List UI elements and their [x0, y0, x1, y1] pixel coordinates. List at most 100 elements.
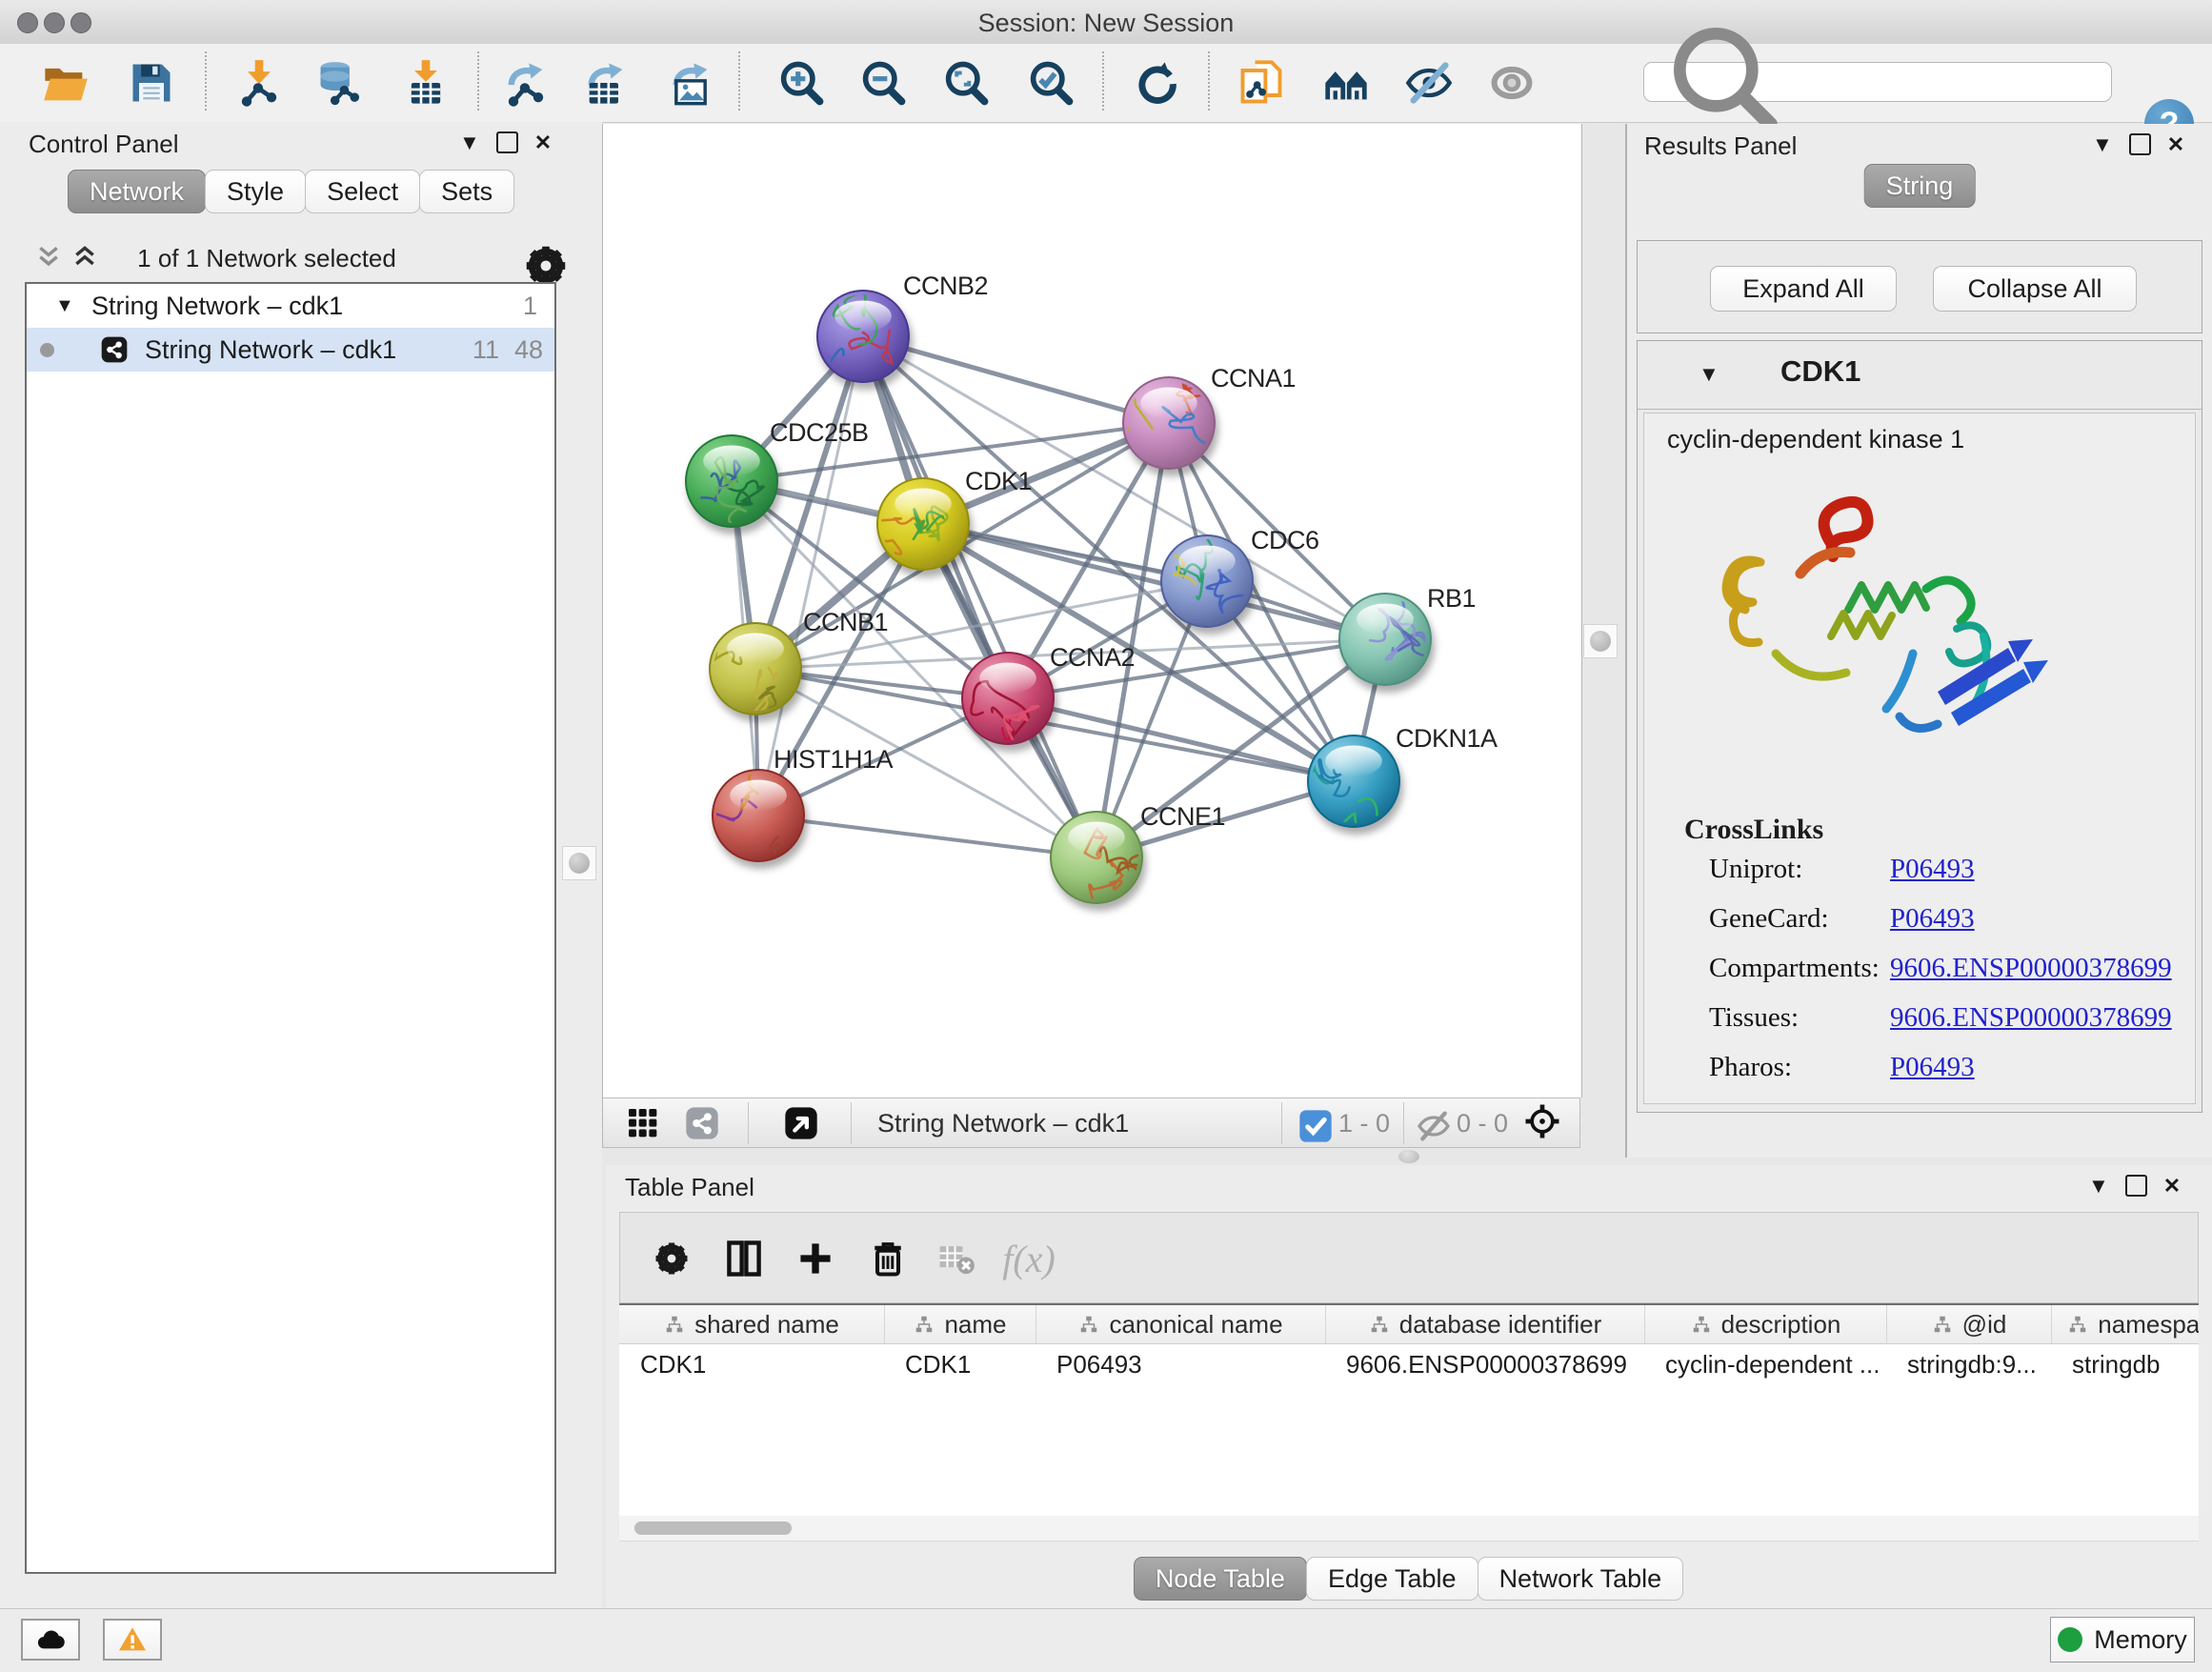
- toolbar-separator: [738, 51, 740, 111]
- tab-style[interactable]: Style: [205, 170, 306, 213]
- column-header-description[interactable]: description: [1644, 1305, 1886, 1343]
- export-network-button[interactable]: [499, 56, 553, 110]
- grid-view-icon[interactable]: [624, 1104, 662, 1142]
- column-header-shared-name[interactable]: shared name: [619, 1305, 884, 1343]
- search-input[interactable]: [1800, 68, 2111, 97]
- tree-expander-icon[interactable]: ▼: [55, 295, 74, 317]
- save-session-button[interactable]: [125, 56, 178, 110]
- window-title: Session: New Session: [0, 9, 2212, 38]
- crosslink-link[interactable]: 9606.ENSP00000378699: [1890, 1002, 2172, 1034]
- node-table: shared name name canonical name database id…: [619, 1303, 2199, 1519]
- show-columns-icon[interactable]: [721, 1236, 767, 1281]
- memory-button[interactable]: Memory: [2050, 1617, 2195, 1662]
- network-view-canvas[interactable]: CCNB2CCNA1CDC25BCDK1CDC6RB1CCNB1CCNA2CDK…: [602, 124, 1582, 1098]
- node-label-RB1: RB1: [1427, 584, 1476, 613]
- import-network-database-button[interactable]: [312, 56, 366, 110]
- column-header-namespace[interactable]: namespace: [2051, 1305, 2199, 1343]
- panel-float-icon[interactable]: [2125, 1175, 2147, 1197]
- tab-edge-table[interactable]: Edge Table: [1306, 1557, 1478, 1601]
- panel-close-icon[interactable]: ✕: [534, 132, 552, 153]
- column-header-database-identifier[interactable]: database identifier: [1325, 1305, 1644, 1343]
- import-table-button[interactable]: [399, 56, 452, 110]
- panel-collapse-handle[interactable]: [1583, 624, 1618, 658]
- splitter-handle[interactable]: [1398, 1150, 1419, 1163]
- string-network-graph[interactable]: CCNB2CCNA1CDC25BCDK1CDC6RB1CCNB1CCNA2CDK…: [603, 124, 1579, 1098]
- delete-column-trash-icon[interactable]: [865, 1236, 911, 1281]
- table-cell[interactable]: CDK1: [619, 1350, 884, 1380]
- panel-float-icon[interactable]: [2129, 133, 2151, 155]
- gene-description: cyclin-dependent kinase 1: [1667, 425, 1964, 454]
- tab-select[interactable]: Select: [305, 170, 420, 213]
- network-row-selected[interactable]: String Network – cdk1 11 48: [27, 328, 554, 372]
- warnings-button[interactable]: [103, 1619, 162, 1661]
- search-field[interactable]: [1643, 62, 2112, 102]
- panel-collapse-handle[interactable]: [562, 846, 596, 880]
- zoom-fit-button[interactable]: [939, 56, 993, 110]
- tab-network-table[interactable]: Network Table: [1478, 1557, 1684, 1601]
- table-cell[interactable]: P06493: [1036, 1350, 1325, 1380]
- table-cell[interactable]: stringdb:9...: [1886, 1350, 2051, 1380]
- crosslink-link[interactable]: P06493: [1890, 1052, 1975, 1083]
- table-settings-gear-icon[interactable]: [649, 1236, 694, 1281]
- cloud-status-button[interactable]: [21, 1619, 80, 1661]
- column-label: name: [944, 1310, 1006, 1340]
- panel-menu-caret-icon[interactable]: ▼: [2092, 134, 2113, 155]
- collapse-caret-icon[interactable]: ▼: [1699, 362, 1719, 387]
- panel-menu-caret-icon[interactable]: ▼: [459, 132, 480, 153]
- column-label: canonical name: [1109, 1310, 1282, 1340]
- column-header-canonical-name[interactable]: canonical name: [1036, 1305, 1325, 1343]
- toolbar-separator: [1102, 51, 1104, 111]
- table-cell[interactable]: cyclin-dependent ...: [1644, 1350, 1886, 1380]
- expand-all-button[interactable]: Expand All: [1710, 266, 1897, 312]
- panel-menu-caret-icon[interactable]: ▼: [2088, 1176, 2109, 1197]
- refresh-icon: [1132, 58, 1181, 108]
- import-network-file-button[interactable]: [232, 56, 286, 110]
- zoom-selected-button[interactable]: [1024, 56, 1077, 110]
- share-view-icon[interactable]: [683, 1104, 721, 1142]
- gene-header-row[interactable]: ▼ CDK1: [1638, 341, 2202, 410]
- column-header-name[interactable]: name: [884, 1305, 1036, 1343]
- crosslink-label: Uniprot:: [1709, 854, 1802, 885]
- add-column-icon[interactable]: [793, 1236, 838, 1281]
- crosslink-link[interactable]: P06493: [1890, 854, 1975, 885]
- panel-float-icon[interactable]: [496, 131, 518, 153]
- table-horizontal-scrollbar[interactable]: [619, 1516, 2199, 1541]
- birdseye-view-icon[interactable]: [782, 1104, 820, 1142]
- zoom-out-button[interactable]: [856, 56, 910, 110]
- node-label-CDK1: CDK1: [965, 467, 1032, 495]
- panel-close-icon[interactable]: ✕: [2163, 1176, 2181, 1197]
- tab-node-table[interactable]: Node Table: [1134, 1557, 1307, 1601]
- table-cell[interactable]: stringdb: [2051, 1350, 2199, 1380]
- scrollbar-thumb[interactable]: [634, 1521, 792, 1535]
- table-cell[interactable]: 9606.ENSP00000378699: [1325, 1350, 1644, 1380]
- first-neighbors-button[interactable]: [1319, 56, 1373, 110]
- open-session-button[interactable]: [39, 56, 92, 110]
- export-image-button[interactable]: [664, 56, 717, 110]
- toolbar-separator: [477, 51, 479, 111]
- table-row[interactable]: CDK1CDK1P064939606.ENSP00000378699cyclin…: [619, 1344, 2199, 1384]
- column-header-@id[interactable]: @id: [1886, 1305, 2051, 1343]
- tab-network[interactable]: Network: [68, 170, 206, 213]
- fit-selected-crosshair-icon[interactable]: [1523, 1102, 1567, 1146]
- crosslink-link[interactable]: P06493: [1890, 903, 1975, 935]
- panel-close-icon[interactable]: ✕: [2167, 134, 2184, 155]
- tab-sets[interactable]: Sets: [419, 170, 514, 213]
- hide-selected-button[interactable]: [1402, 56, 1456, 110]
- network-collection-row[interactable]: ▼ String Network – cdk1 1: [27, 284, 554, 328]
- node-label-CDC25B: CDC25B: [770, 418, 869, 447]
- table-panel-title: Table Panel: [625, 1173, 754, 1202]
- collapse-all-button[interactable]: Collapse All: [1933, 266, 2137, 312]
- selected-checkbox-icon[interactable]: [1297, 1107, 1327, 1138]
- gene-result-box: ▼ CDK1 cyclin-dependent kinase 1: [1637, 340, 2202, 1113]
- cloud-icon: [35, 1624, 66, 1655]
- duplicate-network-button[interactable]: [1235, 56, 1288, 110]
- refresh-view-button[interactable]: [1130, 56, 1183, 110]
- results-tab-string[interactable]: String: [1864, 164, 1976, 208]
- crosslink-link[interactable]: 9606.ENSP00000378699: [1890, 953, 2172, 984]
- table-cell[interactable]: CDK1: [884, 1350, 1036, 1380]
- zoom-in-button[interactable]: [774, 56, 828, 110]
- zoom-out-icon: [858, 58, 908, 108]
- export-table-button[interactable]: [579, 56, 633, 110]
- table-panel: Table Panel ▼ ✕ f(x) shared namenamecano…: [606, 1165, 2212, 1608]
- show-graphics-details-button[interactable]: [1485, 56, 1538, 110]
